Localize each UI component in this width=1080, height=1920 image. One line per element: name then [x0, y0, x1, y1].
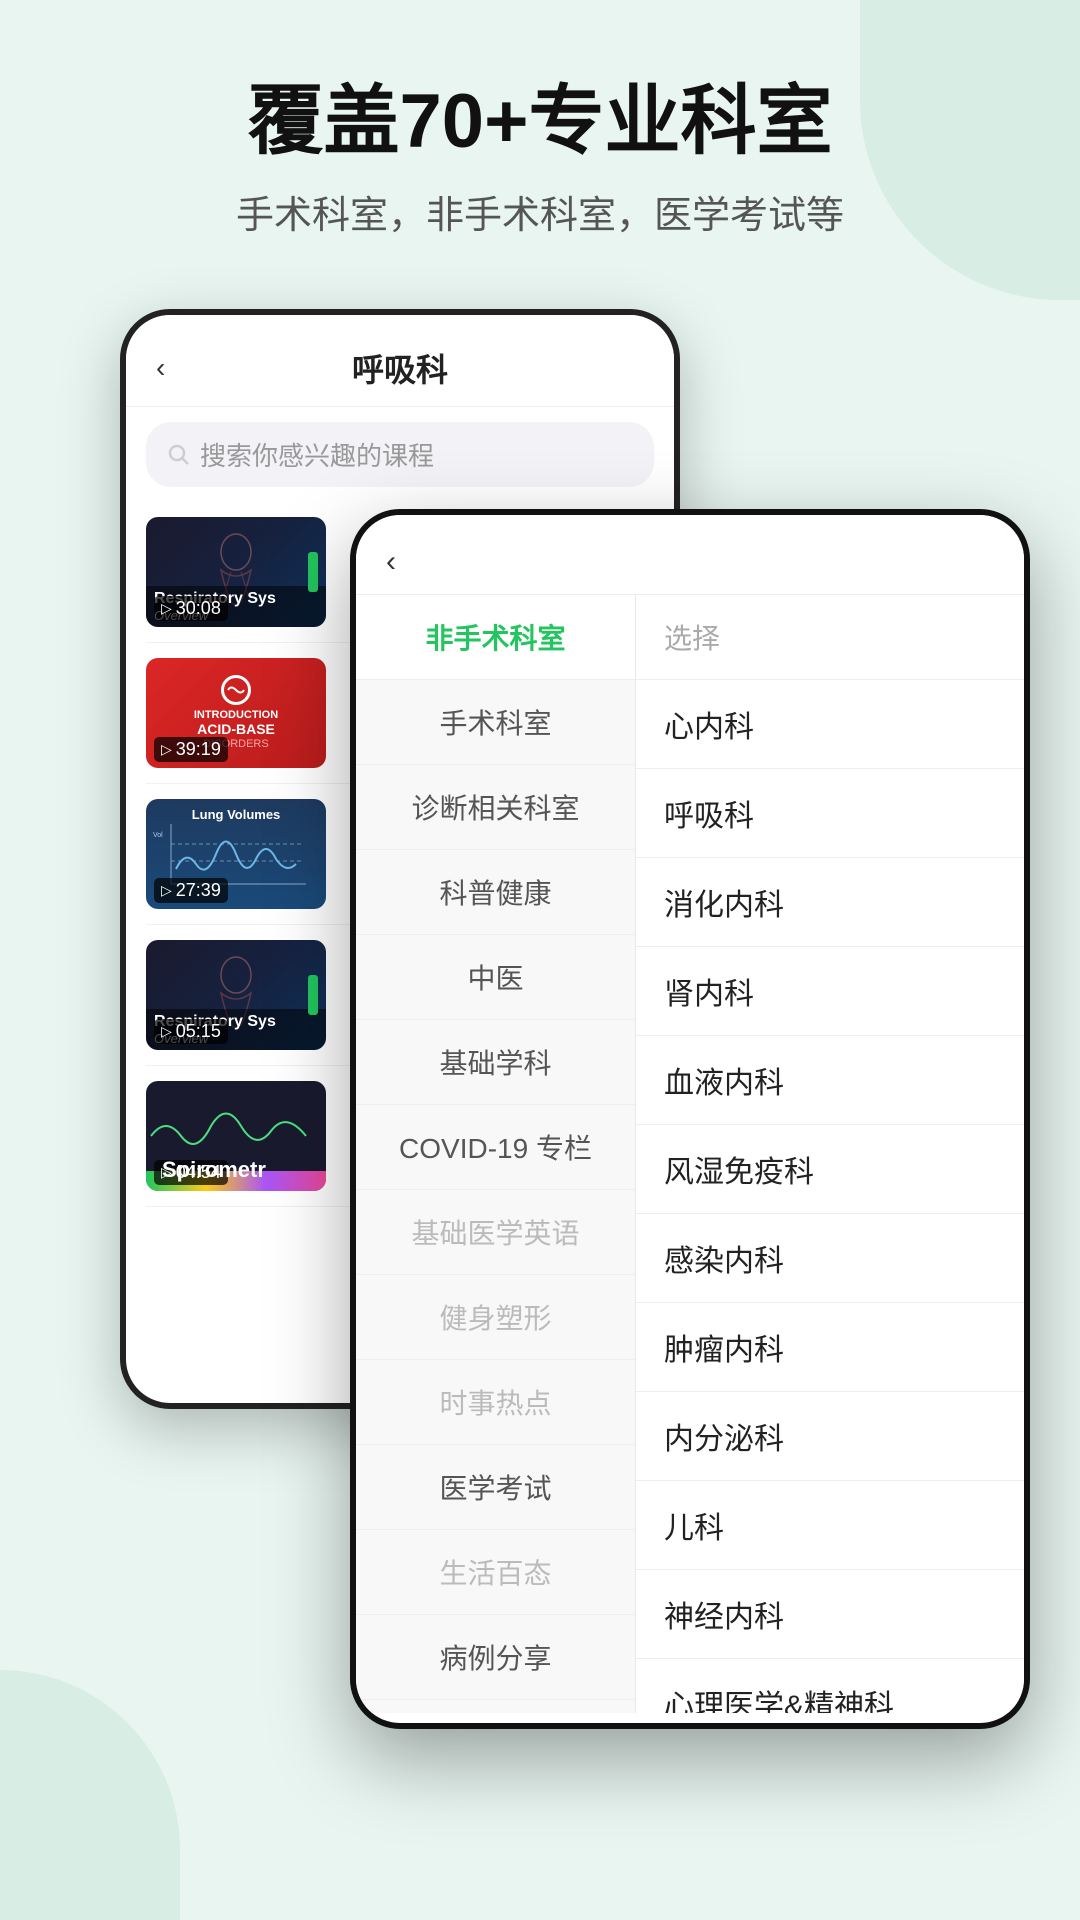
- phone-back-header: ‹ 呼吸科: [126, 315, 674, 407]
- category-medical-english[interactable]: 基础医学英语: [356, 1190, 635, 1275]
- svg-text:Vol: Vol: [153, 832, 163, 839]
- specialty-psychiatry[interactable]: 心理医学&精神科: [636, 1659, 1024, 1713]
- category-case-share[interactable]: 病例分享: [356, 1615, 635, 1700]
- category-health[interactable]: 科普健康: [356, 850, 635, 935]
- category-non-surgical[interactable]: 非手术科室: [356, 595, 635, 680]
- main-title: 覆盖70+专业科室: [40, 80, 1040, 164]
- video-thumb-4: Respiratory Sys Overview ▷ 05:15: [146, 940, 326, 1050]
- specialty-cardiology[interactable]: 心内科: [636, 680, 1024, 769]
- specialty-rheumatology[interactable]: 风湿免疫科: [636, 1125, 1024, 1214]
- phone-back-title: 呼吸科: [352, 345, 448, 391]
- category-lifestyle[interactable]: 生活百态: [356, 1530, 635, 1615]
- specialty-gastroenterology[interactable]: 消化内科: [636, 858, 1024, 947]
- category-covid[interactable]: COVID-19 专栏: [356, 1105, 635, 1190]
- category-surgical[interactable]: 手术科室: [356, 680, 635, 765]
- phone-front: ‹ 非手术科室 手术科室 诊断相关科室 科普健康 中医 基础学科 COVID-1…: [350, 509, 1030, 1729]
- category-basic[interactable]: 基础学科: [356, 1020, 635, 1105]
- video-thumb-2: INTRODUCTION ACID-BASE DISORDERS ▷ 39:19: [146, 658, 326, 768]
- video-duration-3: ▷ 27:39: [154, 878, 228, 903]
- video-duration-1: ▷ 30:08: [154, 596, 228, 621]
- phones-container: ‹ 呼吸科 搜索你感兴趣的课程: [40, 309, 1040, 1739]
- play-icon: ▷: [161, 600, 172, 617]
- play-icon-2: ▷: [161, 741, 172, 758]
- dropdown-container: 非手术科室 手术科室 诊断相关科室 科普健康 中医 基础学科 COVID-19 …: [356, 595, 1024, 1713]
- dropdown-left-column: 非手术科室 手术科室 诊断相关科室 科普健康 中医 基础学科 COVID-19 …: [356, 595, 636, 1713]
- search-bar[interactable]: 搜索你感兴趣的课程: [146, 422, 654, 487]
- front-back-button[interactable]: ‹: [386, 545, 396, 579]
- video-thumb-5: Spirometr ▷ 04:54: [146, 1081, 326, 1191]
- dropdown-right-column: 选择 心内科 呼吸科 消化内科 肾内科 血液内科 风湿免疫科 感染内科 肿瘤内科…: [636, 595, 1024, 1713]
- video-duration-2: ▷ 39:19: [154, 737, 228, 762]
- specialty-nephrology[interactable]: 肾内科: [636, 947, 1024, 1036]
- right-column-header: 选择: [636, 595, 1024, 680]
- sub-title: 手术科室，非手术科室，医学考试等: [40, 184, 1040, 239]
- specialty-infectious-disease[interactable]: 感染内科: [636, 1214, 1024, 1303]
- specialty-oncology[interactable]: 肿瘤内科: [636, 1303, 1024, 1392]
- back-button[interactable]: ‹: [156, 352, 165, 384]
- specialty-pediatrics[interactable]: 儿科: [636, 1481, 1024, 1570]
- phone-front-header: ‹: [356, 515, 1024, 595]
- search-placeholder: 搜索你感兴趣的课程: [200, 436, 434, 473]
- search-icon: [166, 442, 190, 466]
- play-icon-4: ▷: [161, 1023, 172, 1040]
- green-indicator-2: [308, 975, 318, 1015]
- video-duration-4: ▷ 05:15: [154, 1019, 228, 1044]
- specialty-hematology[interactable]: 血液内科: [636, 1036, 1024, 1125]
- specialty-respiratory[interactable]: 呼吸科: [636, 769, 1024, 858]
- specialty-neurology[interactable]: 神经内科: [636, 1570, 1024, 1659]
- green-indicator: [308, 552, 318, 592]
- category-tcm[interactable]: 中医: [356, 935, 635, 1020]
- category-diagnostic[interactable]: 诊断相关科室: [356, 765, 635, 850]
- acid-circle-icon: [221, 675, 251, 705]
- category-current-events[interactable]: 时事热点: [356, 1360, 635, 1445]
- play-icon-3: ▷: [161, 882, 172, 899]
- specialty-endocrinology[interactable]: 内分泌科: [636, 1392, 1024, 1481]
- category-medical-exam[interactable]: 医学考试: [356, 1445, 635, 1530]
- video-thumb-3: Lung Volumes: [146, 799, 326, 909]
- video-thumb-1: Respiratory Sys Overview ▷ 30:08: [146, 517, 326, 627]
- category-fitness[interactable]: 健身塑形: [356, 1275, 635, 1360]
